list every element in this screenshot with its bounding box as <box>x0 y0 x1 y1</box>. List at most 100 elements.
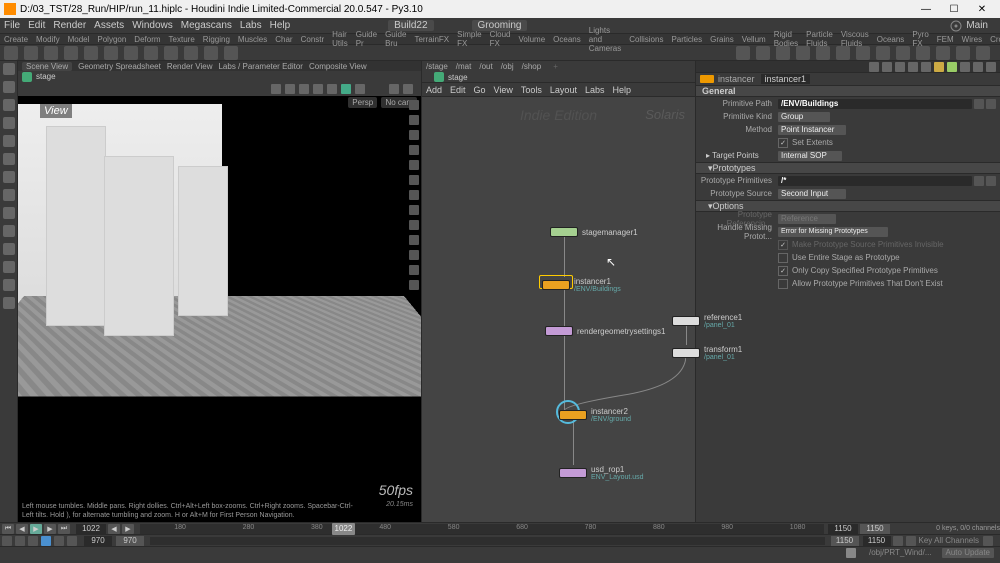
vp-tool-icon[interactable] <box>389 84 399 94</box>
tool-icon[interactable] <box>204 46 218 60</box>
param-icon[interactable] <box>960 62 970 72</box>
menu-edit[interactable]: Edit <box>28 20 45 31</box>
menu-labs[interactable]: Labs <box>240 20 262 31</box>
net-path-seg[interactable]: /shop <box>522 62 542 71</box>
method-select[interactable]: Point Instancer <box>778 125 846 135</box>
gear-icon[interactable] <box>973 62 983 72</box>
range-start-global[interactable]: 970 <box>84 536 112 546</box>
chooser-icon[interactable] <box>986 99 996 109</box>
network-canvas[interactable]: Indie Edition Solaris stagemanager1 inst… <box>422 97 695 522</box>
tool-icon[interactable] <box>776 46 790 60</box>
vp-side-icon[interactable] <box>409 205 419 215</box>
menu-windows[interactable]: Windows <box>132 20 173 31</box>
handle-missing-select[interactable]: Error for Missing Prototypes <box>778 227 888 237</box>
vp-tool-icon[interactable] <box>403 84 413 94</box>
shelf-tab[interactable]: Hair Utils <box>332 30 348 48</box>
auto-update-button[interactable]: Auto Update <box>942 548 994 558</box>
tab-render-view[interactable]: Render View <box>167 62 213 71</box>
param-icon[interactable] <box>895 62 905 72</box>
range-end-global[interactable]: 1150 <box>863 536 891 546</box>
radial-menu-icon[interactable] <box>950 20 962 32</box>
shelf-tab[interactable]: TerrainFX <box>414 35 449 44</box>
shelf-tab[interactable]: Oceans <box>877 35 905 44</box>
net-menu-add[interactable]: Add <box>426 85 442 95</box>
shelf-tab[interactable]: Crowds <box>990 35 1000 44</box>
entire-stage-check[interactable] <box>778 253 788 263</box>
net-menu-tools[interactable]: Tools <box>521 85 542 95</box>
tool-icon[interactable] <box>876 46 890 60</box>
tool-icon[interactable] <box>44 46 58 60</box>
viewport-path[interactable]: stage <box>36 72 56 81</box>
desktop-main[interactable]: Main <box>966 20 988 31</box>
prim-kind-select[interactable]: Group <box>778 112 830 122</box>
vp-side-icon[interactable] <box>409 250 419 260</box>
tool-icon[interactable] <box>3 153 15 165</box>
vp-side-icon[interactable] <box>409 130 419 140</box>
menu-assets[interactable]: Assets <box>94 20 124 31</box>
only-copy-check[interactable] <box>778 266 788 276</box>
bb-icon[interactable] <box>28 536 38 546</box>
dropdown-icon[interactable] <box>974 176 984 186</box>
shelf-tab[interactable]: Cloud FX <box>490 30 511 48</box>
vp-tool-icon[interactable] <box>327 84 337 94</box>
section-general[interactable]: General <box>696 85 1000 97</box>
vp-side-icon[interactable] <box>409 220 419 230</box>
menu-megascans[interactable]: Megascans <box>181 20 232 31</box>
param-icon[interactable] <box>908 62 918 72</box>
jump-start-button[interactable]: ⏮ <box>2 524 14 534</box>
tool-icon[interactable] <box>3 297 15 309</box>
current-frame[interactable]: 1022 <box>76 524 106 534</box>
minimize-button[interactable]: — <box>912 0 940 18</box>
shelf-tab[interactable]: Collisions <box>629 35 663 44</box>
node-transform[interactable]: transform1/panel_01 <box>672 345 742 361</box>
tool-icon[interactable] <box>144 46 158 60</box>
add-path-icon[interactable]: + <box>553 62 558 71</box>
net-path-seg[interactable]: /mat <box>456 62 472 71</box>
shelf-tab[interactable]: Guide Bru <box>385 30 406 48</box>
step-back-button[interactable]: ◀ <box>16 524 28 534</box>
vp-side-icon[interactable] <box>409 280 419 290</box>
tool-icon[interactable] <box>736 46 750 60</box>
param-icon[interactable] <box>921 62 931 72</box>
vp-tool-icon[interactable] <box>285 84 295 94</box>
shelf-tab[interactable]: Wires <box>962 35 982 44</box>
tool-icon[interactable] <box>3 207 15 219</box>
shelf-tab[interactable]: Texture <box>169 35 195 44</box>
timeline-end[interactable]: 1150 <box>828 524 858 534</box>
step-fwd-button[interactable]: ▶ <box>44 524 56 534</box>
next-key-button[interactable]: ▶ <box>122 524 134 534</box>
tab-labs-param[interactable]: Labs / Parameter Editor <box>218 62 302 71</box>
net-menu-go[interactable]: Go <box>474 85 486 95</box>
vp-tool-icon[interactable] <box>341 84 351 94</box>
set-extents-check[interactable] <box>778 138 788 148</box>
shelf-tab[interactable]: Deform <box>134 35 160 44</box>
bb-icon[interactable] <box>15 536 25 546</box>
scale-tool-icon[interactable] <box>3 117 15 129</box>
tool-icon[interactable] <box>816 46 830 60</box>
shelf-tab[interactable]: FEM <box>937 35 954 44</box>
tool-icon[interactable] <box>224 46 238 60</box>
vp-side-icon[interactable] <box>409 115 419 125</box>
net-menu-layout[interactable]: Layout <box>550 85 577 95</box>
node-reference[interactable]: reference1/panel_01 <box>672 313 742 329</box>
vp-side-icon[interactable] <box>409 235 419 245</box>
timeline-track[interactable]: 180 280 380 480 580 680 780 880 980 1080… <box>140 524 824 534</box>
shelf-tab[interactable]: Rigging <box>203 35 230 44</box>
shelf-tab[interactable]: Modify <box>36 35 60 44</box>
vp-tool-icon[interactable] <box>299 84 309 94</box>
menu-file[interactable]: File <box>4 20 20 31</box>
param-icon[interactable] <box>934 62 944 72</box>
tool-icon[interactable] <box>796 46 810 60</box>
tool-icon[interactable] <box>124 46 138 60</box>
tool-icon[interactable] <box>3 189 15 201</box>
vp-side-icon[interactable] <box>409 265 419 275</box>
move-tool-icon[interactable] <box>3 81 15 93</box>
net-menu-edit[interactable]: Edit <box>450 85 466 95</box>
help-icon[interactable] <box>986 62 996 72</box>
vp-tool-icon[interactable] <box>355 84 365 94</box>
chooser-icon[interactable] <box>986 176 996 186</box>
tool-icon[interactable] <box>916 46 930 60</box>
shelf-tab[interactable]: Grains <box>710 35 734 44</box>
node-stagemanager[interactable]: stagemanager1 <box>550 227 638 237</box>
menu-render[interactable]: Render <box>53 20 86 31</box>
